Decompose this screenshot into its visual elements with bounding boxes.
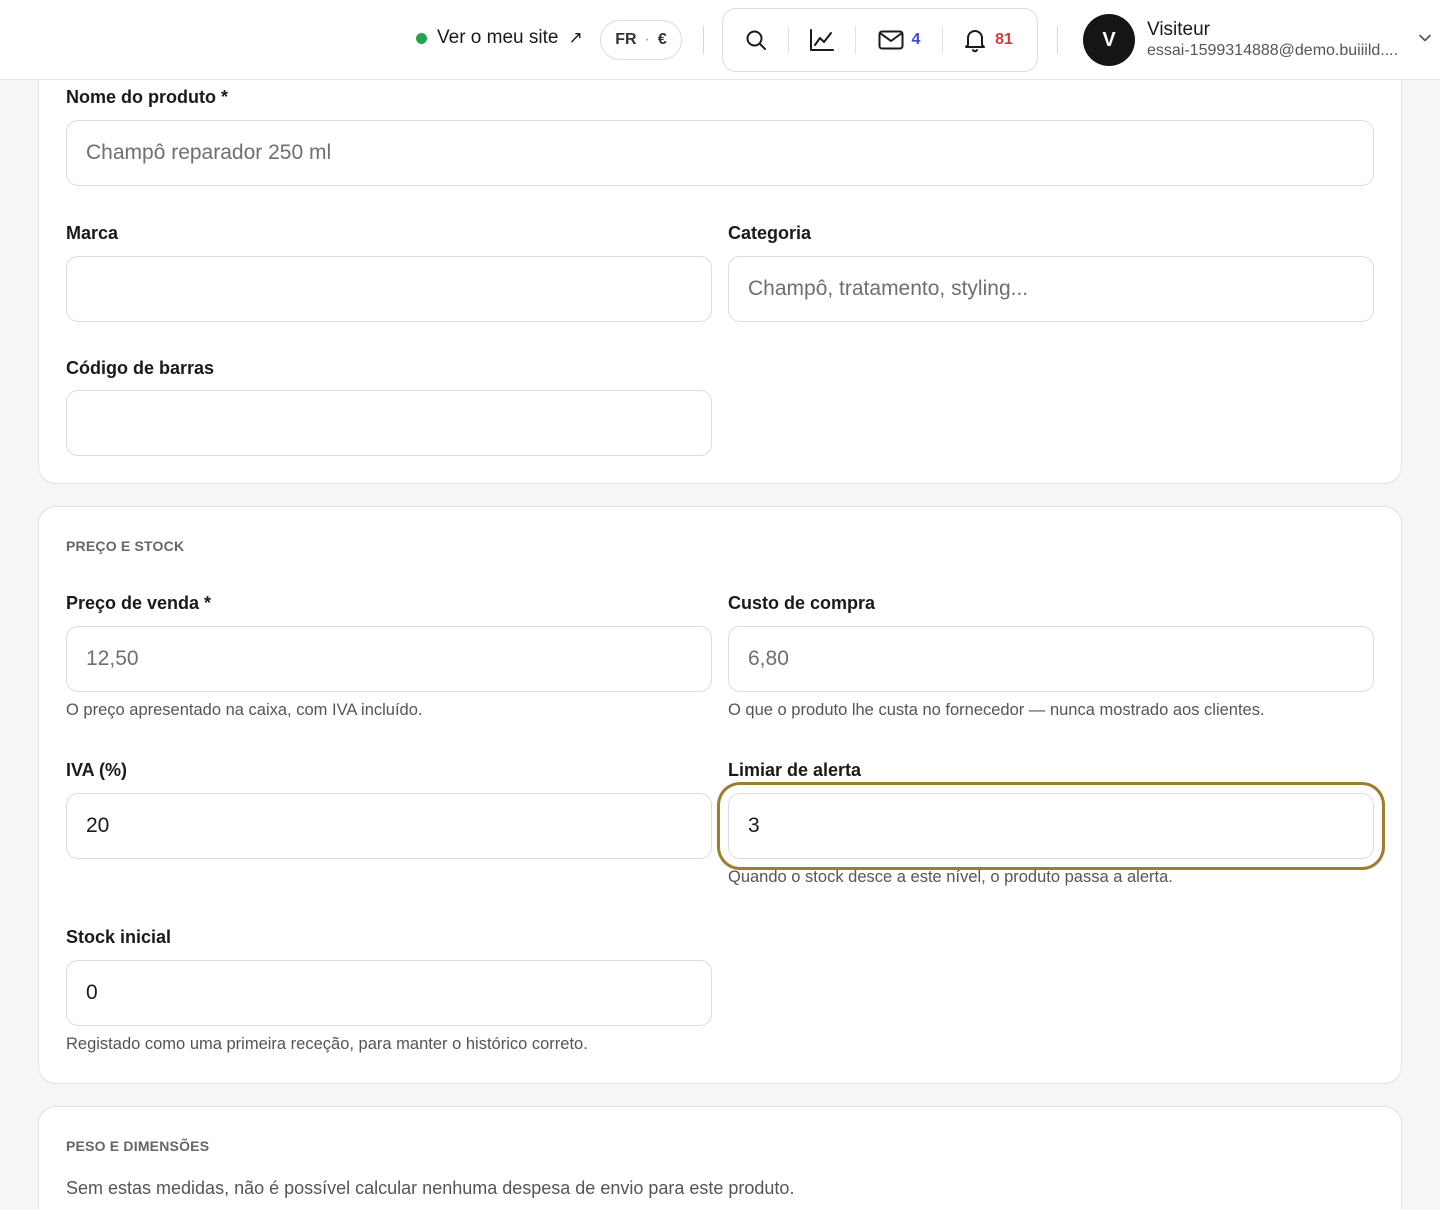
price-stock-card: PREÇO E STOCK Preço de venda * O preço a…	[38, 506, 1402, 1084]
top-bar: Ver o meu site ↗ FR · € 4 81 V Visiteur …	[0, 0, 1440, 80]
product-name-label: Nome do produto *	[66, 87, 228, 107]
toolbar-icon-group: 4 81	[722, 8, 1038, 72]
view-site-link[interactable]: Ver o meu site ↗	[416, 27, 583, 49]
notifications-count-badge: 81	[995, 31, 1013, 48]
initial-stock-input[interactable]	[66, 960, 712, 1026]
chevron-down-icon[interactable]	[1418, 31, 1432, 45]
user-name: Visiteur	[1147, 19, 1211, 40]
weight-dimensions-card: PESO E DIMENSÕES Sem estas medidas, não …	[38, 1106, 1402, 1210]
live-status-dot	[416, 32, 427, 44]
chart-icon	[810, 29, 834, 51]
brand-input[interactable]	[66, 256, 712, 322]
sale-price-label: Preço de venda *	[66, 593, 212, 613]
currency-symbol: €	[657, 31, 667, 48]
purchase-cost-input[interactable]	[728, 626, 1374, 692]
messages-count-badge: 4	[911, 31, 921, 48]
price-stock-section-title: PREÇO E STOCK	[66, 538, 185, 554]
purchase-cost-label: Custo de compra	[728, 593, 876, 613]
alert-threshold-input[interactable]	[728, 793, 1374, 859]
avatar[interactable]: V	[1083, 14, 1135, 66]
category-label: Categoria	[728, 223, 812, 243]
brand-label: Marca	[66, 223, 119, 243]
user-email: essai-1599314888@demo.buiiild....	[1147, 42, 1399, 59]
lang-separator: ·	[644, 31, 650, 48]
search-button[interactable]	[723, 9, 788, 71]
sale-price-help: O preço apresentado na caixa, com IVA in…	[66, 701, 423, 719]
alert-threshold-help: Quando o stock desce a este nível, o pro…	[728, 868, 1173, 886]
language-code: FR	[615, 31, 637, 48]
weight-dimensions-description: Sem estas medidas, não é possível calcul…	[66, 1178, 795, 1198]
product-info-card: Nome do produto * Marca Categoria Código…	[38, 60, 1402, 484]
notifications-button[interactable]: 81	[943, 9, 1033, 71]
search-icon	[746, 30, 766, 50]
external-arrow-icon: ↗	[568, 28, 583, 47]
mail-icon	[878, 30, 904, 50]
barcode-label: Código de barras	[66, 358, 215, 378]
topbar-divider	[703, 26, 704, 54]
vat-input[interactable]	[66, 793, 712, 859]
initial-stock-help: Registado como uma primeira receção, par…	[66, 1035, 588, 1053]
topbar-divider	[1057, 26, 1058, 54]
vat-label: IVA (%)	[66, 760, 127, 780]
product-name-input[interactable]	[66, 120, 1374, 186]
analytics-button[interactable]	[789, 9, 855, 71]
sale-price-input[interactable]	[66, 626, 712, 692]
initial-stock-label: Stock inicial	[66, 927, 172, 947]
purchase-cost-help: O que o produto lhe custa no fornecedor …	[728, 701, 1265, 719]
messages-button[interactable]: 4	[856, 9, 942, 71]
language-currency-selector[interactable]: FR · €	[600, 20, 682, 60]
weight-dimensions-section-title: PESO E DIMENSÕES	[66, 1138, 210, 1154]
barcode-input[interactable]	[66, 390, 712, 456]
view-site-label: Ver o meu site	[437, 27, 559, 48]
category-input[interactable]	[728, 256, 1374, 322]
alert-threshold-label: Limiar de alerta	[728, 760, 862, 780]
bell-icon	[965, 30, 986, 53]
